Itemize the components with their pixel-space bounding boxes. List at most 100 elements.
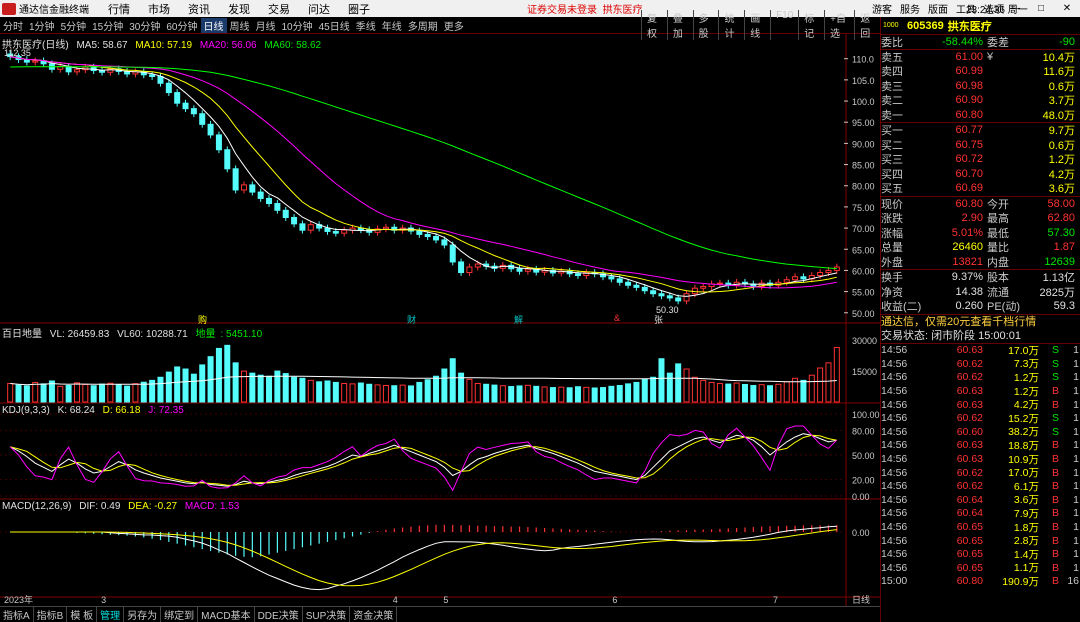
tab-manage[interactable]: 管理 <box>97 607 125 622</box>
quote-row-4-label2: 内盘 <box>987 256 1009 269</box>
menu-market[interactable]: 市场 <box>139 1 179 17</box>
kdj-tick-label: 20.00 <box>852 476 875 486</box>
tab-sup[interactable]: SUP决策 <box>303 607 351 622</box>
volume-bar <box>107 382 114 403</box>
candle-body <box>149 74 156 77</box>
event-mark-3[interactable]: 解 <box>514 313 523 326</box>
volume-bar <box>299 377 306 403</box>
menu-layout[interactable]: 版面 <box>924 1 952 16</box>
ma5-line <box>10 56 837 297</box>
tick-volume: 190.9万 <box>1002 575 1039 588</box>
close-icon[interactable]: ✕ <box>1054 3 1080 14</box>
chart-area[interactable]: 110.0 105.0 100.0 95.00 90.00 85.00 80.00 75.00… <box>0 34 880 606</box>
ma20-value: MA20: 56.06 <box>199 40 257 51</box>
quote-stats: 现价 60.80 今开 58.00 涨跌 2.90 最高 62.80 涨幅 5.01% 最低 57.3… <box>881 195 1080 270</box>
candle-body <box>783 279 790 283</box>
period-45day[interactable]: 45日线 <box>316 18 353 33</box>
stock-name[interactable]: 拱东医疗 <box>948 18 992 34</box>
tick-time: 14:56 <box>881 466 908 479</box>
event-mark-5[interactable]: 张 <box>654 313 663 326</box>
tab-bind-to[interactable]: 绑定到 <box>161 607 199 622</box>
menu-trade[interactable]: 交易 <box>259 1 299 17</box>
candle-body <box>224 149 231 170</box>
tab-fund[interactable]: 资金决策 <box>350 607 398 622</box>
tick-price: 60.65 <box>956 548 983 561</box>
tick-direction: B <box>1051 521 1059 534</box>
maximize-icon[interactable]: □ <box>1028 3 1054 14</box>
volume-bar <box>32 381 39 403</box>
period-60min[interactable]: 60分钟 <box>163 18 200 33</box>
tick-price: 60.64 <box>956 493 983 506</box>
volume-bar <box>508 386 515 403</box>
volume-bar <box>357 382 364 403</box>
stock-code[interactable]: 605369 <box>907 20 944 32</box>
ask-level-2: 卖二 60.90 3.7万 <box>881 93 1080 108</box>
period-15min[interactable]: 15分钟 <box>89 18 126 33</box>
tick-direction: S <box>1051 357 1059 370</box>
ad-banner[interactable]: 通达信，仅需20元查看千档行情 <box>881 313 1080 328</box>
ma5-value: MA5: 58.67 <box>76 40 128 51</box>
tab-indicator-a[interactable]: 指标A <box>0 607 34 622</box>
trade-tick-row: 14:56 60.63 4.2万 B 1 <box>881 398 1080 412</box>
tab-macd-basic[interactable]: MACD基本 <box>198 607 255 622</box>
minimize-icon[interactable]: — <box>1002 3 1028 14</box>
event-mark-4[interactable]: & <box>614 313 620 323</box>
period-more[interactable]: 更多 <box>441 18 467 33</box>
tab-dde[interactable]: DDE决策 <box>255 607 303 622</box>
period-yearly[interactable]: 年线 <box>379 18 405 33</box>
period-5min[interactable]: 5分钟 <box>58 18 90 33</box>
candle-body <box>716 282 723 285</box>
period-monthly[interactable]: 月线 <box>253 18 279 33</box>
menu-quotes[interactable]: 行情 <box>99 1 139 17</box>
y-tick-label: 105.0 <box>852 76 875 86</box>
period-daily[interactable]: 日线 <box>200 17 227 33</box>
y-tick-label: 100.0 <box>852 97 875 107</box>
ask-level-1-value2: 48.0万 <box>1042 109 1075 122</box>
period-10min[interactable]: 10分钟 <box>279 18 316 33</box>
candle-body <box>658 293 665 297</box>
menu-discover[interactable]: 发现 <box>219 1 259 17</box>
weibi-row: 委比 -58.44% 委差 -90 <box>881 34 1080 49</box>
menu-circle[interactable]: 圈子 <box>339 1 379 17</box>
menu-service[interactable]: 服务 <box>896 1 924 16</box>
tick-time: 14:56 <box>881 371 908 384</box>
volume-bar <box>57 385 64 403</box>
tick-direction: B <box>1051 561 1059 574</box>
period-multi[interactable]: 多周期 <box>405 18 441 33</box>
tab-save-as[interactable]: 另存为 <box>124 607 162 622</box>
tick-price: 60.62 <box>956 371 983 384</box>
period-intraday[interactable]: 分时 <box>0 18 26 33</box>
x-axis-label: 3 <box>101 595 106 605</box>
quote-row-4-value: 13821 <box>952 255 983 268</box>
volume-bar <box>474 382 481 403</box>
menu-ask[interactable]: 问达 <box>299 1 339 17</box>
candle-body <box>633 284 640 288</box>
quote-row-2-value2: 57.30 <box>1047 226 1075 239</box>
tick-count: 1 <box>1073 493 1079 506</box>
volume-bar <box>725 383 732 403</box>
trade-tick-row: 14:56 60.65 2.8万 B 1 <box>881 534 1080 548</box>
period-30min[interactable]: 30分钟 <box>126 18 163 33</box>
event-mark-2[interactable]: 财 <box>407 313 416 326</box>
candle-body <box>240 184 247 191</box>
tab-indicator-b[interactable]: 指标B <box>34 607 68 622</box>
login-notice[interactable]: 证券交易未登录 拱东医疗 <box>527 1 643 16</box>
tick-price: 60.65 <box>956 561 983 574</box>
trade-ticks[interactable]: 14:56 60.63 17.0万 S 1 14:56 60.62 7.3万 S 1 14:56 60… <box>881 342 1080 589</box>
tick-price: 60.63 <box>956 439 983 452</box>
volume-bar <box>783 381 790 403</box>
period-weekly[interactable]: 周线 <box>227 18 253 33</box>
candle-body <box>99 70 106 73</box>
x-axis-label: 7 <box>773 595 778 605</box>
candle-body <box>616 278 623 283</box>
volume-bar <box>433 375 440 403</box>
menu-news[interactable]: 资讯 <box>179 1 219 17</box>
candle-body <box>73 69 80 73</box>
period-1min[interactable]: 1分钟 <box>26 18 58 33</box>
period-quarterly[interactable]: 季线 <box>353 18 379 33</box>
volume-bar <box>140 381 147 403</box>
trade-status-value: 闭市阶段 15:00:01 <box>931 330 1021 343</box>
candle-body <box>516 268 523 272</box>
kline-chart[interactable]: 110.0 105.0 100.0 95.00 90.00 85.00 80.00 75.00… <box>0 34 880 606</box>
tab-template[interactable]: 模 板 <box>67 607 98 622</box>
